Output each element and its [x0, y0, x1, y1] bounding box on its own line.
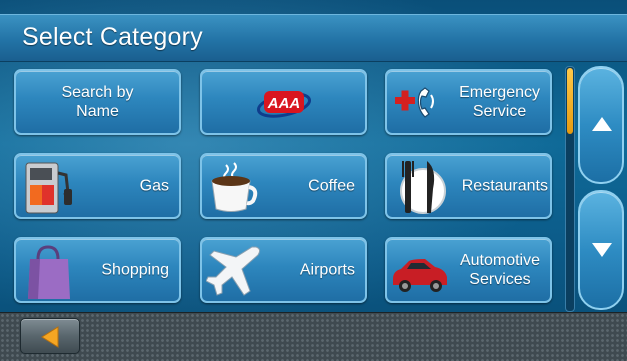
- airports-button[interactable]: Airports: [200, 237, 367, 303]
- scroll-down-button[interactable]: [578, 190, 624, 310]
- automotive-services-button[interactable]: Automotive Services: [385, 237, 552, 303]
- screen: Select Category Search by Name AAA Emerg…: [0, 0, 627, 361]
- aaa-logo-icon: AAA: [256, 91, 312, 118]
- automotive-services-label: Automotive Services: [460, 251, 540, 289]
- scroll-down-icon: [592, 243, 612, 257]
- scroll-up-button[interactable]: [578, 66, 624, 184]
- emergency-service-line1: Emergency: [459, 84, 540, 101]
- scrollbar[interactable]: [565, 66, 575, 312]
- emergency-phone-icon: [395, 87, 434, 118]
- coffee-label: Coffee: [308, 177, 355, 195]
- scrollbar-thumb[interactable]: [567, 68, 573, 134]
- shopping-label: Shopping: [101, 261, 169, 279]
- fork-knife-icon: [400, 161, 446, 214]
- airplane-icon: [206, 246, 261, 296]
- scroll-up-icon: [592, 117, 612, 131]
- emergency-service-label: Emergency Service: [459, 83, 540, 121]
- airports-label: Airports: [299, 261, 355, 279]
- search-by-name-button[interactable]: Search by Name: [14, 69, 181, 135]
- gas-pump-icon: [25, 162, 72, 214]
- gas-button[interactable]: Gas: [14, 153, 181, 219]
- search-by-name-label: Search by Name: [16, 83, 179, 121]
- search-by-name-line1: Search by: [61, 84, 134, 101]
- coffee-cup-icon: [211, 162, 258, 212]
- automotive-services-line2: Services: [469, 271, 531, 288]
- title-bar: Select Category: [0, 14, 627, 62]
- emergency-service-line2: Service: [472, 103, 527, 120]
- bottom-bar: [0, 312, 627, 361]
- shopping-button[interactable]: Shopping: [14, 237, 181, 303]
- car-icon: [393, 259, 447, 292]
- emergency-service-button[interactable]: Emergency Service: [385, 69, 552, 135]
- restaurants-label: Restaurants: [461, 177, 548, 195]
- shopping-bag-icon: [28, 245, 70, 299]
- automotive-services-line1: Automotive: [459, 252, 540, 269]
- back-button[interactable]: [20, 318, 80, 354]
- search-by-name-line2: Name: [76, 103, 119, 120]
- coffee-button[interactable]: Coffee: [200, 153, 367, 219]
- restaurants-button[interactable]: Restaurants: [385, 153, 552, 219]
- aaa-logo-text: AAA: [267, 95, 301, 112]
- aaa-button[interactable]: AAA: [200, 69, 367, 135]
- gas-label: Gas: [139, 177, 169, 195]
- back-arrow-icon: [41, 326, 59, 348]
- page-title: Select Category: [22, 23, 203, 51]
